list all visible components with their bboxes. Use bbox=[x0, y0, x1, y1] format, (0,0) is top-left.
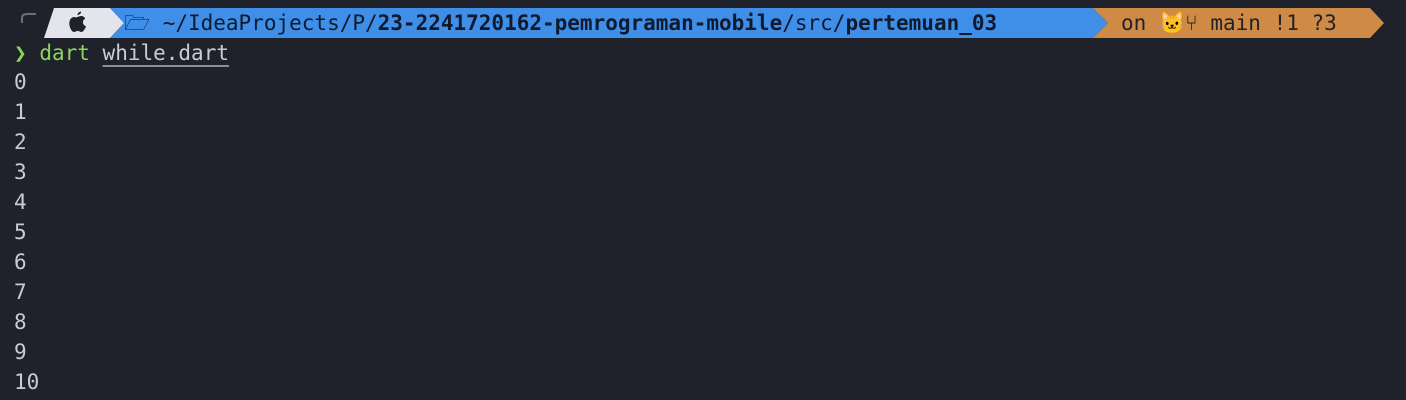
path-mid: /src/ bbox=[782, 11, 846, 35]
git-branch: main bbox=[1210, 11, 1261, 35]
path-leaf: pertemuan_03 bbox=[845, 11, 998, 35]
prompt-caret: ❯ bbox=[14, 41, 27, 65]
output-line: 4 bbox=[14, 190, 27, 214]
command-program: dart bbox=[39, 41, 90, 65]
output-line: 9 bbox=[14, 340, 27, 364]
output-line: 6 bbox=[14, 250, 27, 274]
git-segment-text: on 🐱⑂ main !1 ?3 bbox=[1121, 8, 1337, 38]
path-repo: 23-2241720162-pemrograman-mobile bbox=[377, 11, 783, 35]
prompt-connector bbox=[21, 13, 36, 23]
output-line: 1 bbox=[14, 100, 27, 124]
path-segment-text: 🗁 ~/IdeaProjects/P/23-2241720162-pemrogr… bbox=[124, 8, 997, 38]
github-icon: 🐱 bbox=[1158, 11, 1186, 35]
git-status: !1 ?3 bbox=[1273, 11, 1337, 35]
output-line: 5 bbox=[14, 220, 27, 244]
output-line: 7 bbox=[14, 280, 27, 304]
command-line[interactable]: ❯ dart while.dart bbox=[14, 38, 229, 68]
output-line: 2 bbox=[14, 130, 27, 154]
git-on-label: on bbox=[1121, 11, 1147, 35]
path-prefix: ~/IdeaProjects/P/ bbox=[162, 11, 378, 35]
output-line: 8 bbox=[14, 310, 27, 334]
git-branch-icon: ⑂ bbox=[1185, 11, 1198, 35]
folder-icon: 🗁 bbox=[124, 11, 151, 35]
output-line: 0 bbox=[14, 70, 27, 94]
prompt-bar: 🗁 ~/IdeaProjects/P/23-2241720162-pemrogr… bbox=[0, 8, 1406, 38]
output-line: 10 bbox=[14, 370, 40, 394]
command-argument[interactable]: while.dart bbox=[103, 41, 229, 65]
command-output: 0 1 2 3 4 5 6 7 8 9 10 bbox=[14, 67, 39, 397]
output-line: 3 bbox=[14, 160, 27, 184]
